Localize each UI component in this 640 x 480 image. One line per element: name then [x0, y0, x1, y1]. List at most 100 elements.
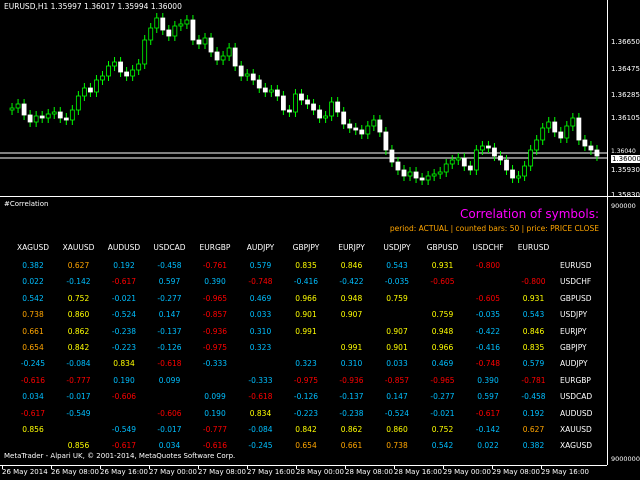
matrix-row-label: USDJPY [560, 310, 588, 320]
candle-body [39, 115, 45, 119]
candle-body [274, 89, 280, 97]
correlation-indicator-panel[interactable]: #Correlation Correlation of symbols: per… [0, 197, 607, 465]
candle-body [136, 63, 142, 71]
matrix-column-header: EURUSD [517, 243, 550, 252]
matrix-cell: -0.458 [157, 261, 182, 270]
matrix-cell: -0.965 [202, 293, 228, 303]
matrix-column-header: USDCAD [153, 243, 186, 252]
matrix-column-header: EURGBP [199, 243, 231, 252]
current-price-label: 1.36000 [611, 155, 640, 163]
matrix-cell: -0.617 [111, 277, 137, 287]
candle-body [166, 29, 172, 37]
matrix-cell: 0.842 [67, 343, 90, 352]
candle-body [504, 159, 509, 171]
price-tick-label: 1.36475 [611, 65, 640, 73]
candle-body [431, 173, 437, 177]
candle-body [45, 113, 51, 119]
matrix-cell: 0.835 [522, 343, 545, 352]
matrix-cell: -0.245 [20, 359, 46, 369]
candle-body [27, 114, 33, 123]
candle-body [570, 117, 576, 127]
correlation-subtitle: period: ACTUAL | counted bars: 50 | pric… [389, 224, 599, 233]
matrix-cell: -0.605 [430, 277, 455, 287]
matrix-cell: 0.033 [249, 310, 272, 320]
candle-body [546, 121, 552, 129]
matrix-cell: -0.035 [475, 310, 501, 320]
matrix-cell: 0.991 [295, 326, 317, 336]
matrix-cell: 0.862 [340, 425, 363, 434]
candlestick-series [0, 13, 607, 185]
matrix-cell: -0.618 [248, 392, 273, 402]
candle-body [395, 161, 401, 171]
candle-body [311, 103, 316, 111]
time-label: 27 May 08:00 [198, 468, 247, 476]
indicator-name: #Correlation [4, 200, 49, 208]
candle-body [88, 87, 93, 93]
matrix-cell: 0.543 [522, 310, 545, 320]
matrix-cell: 0.834 [249, 408, 272, 418]
matrix-cell: 0.752 [431, 425, 454, 434]
candle-body [486, 145, 491, 149]
matrix-cell: 0.907 [386, 326, 408, 336]
time-axis: 26 May 2014 26 May 08:00 26 May 16:00 27 Ma… [0, 465, 607, 480]
price-tick-label: 1.36285 [611, 91, 640, 99]
matrix-cell: -0.277 [157, 293, 182, 303]
indicator-axis: 900000 9000000 [607, 197, 640, 465]
candle-body [443, 163, 449, 173]
price-axis[interactable]: 1.36650 1.36475 1.36285 1.36105 1.36040 … [607, 0, 640, 199]
candle-body [329, 101, 335, 117]
matrix-cell: -0.126 [293, 392, 319, 402]
matrix-row-label: EURJPY [560, 326, 587, 336]
candle-body [419, 177, 425, 181]
time-label: 27 May 16:00 [247, 468, 296, 476]
candle-body [51, 111, 57, 115]
candle-body [407, 171, 413, 177]
matrix-row-label: GBPJPY [560, 343, 587, 352]
candle-body [244, 73, 250, 77]
matrix-cell: 0.835 [295, 261, 317, 270]
price-chart[interactable]: EURUSD,H1 1.35997 1.36017 1.35994 1.3600… [0, 0, 607, 196]
candle-body [190, 19, 196, 41]
matrix-cell: 0.856 [67, 441, 90, 451]
candle-body [100, 75, 105, 81]
candle-body [528, 149, 534, 167]
matrix-cell: 0.310 [340, 359, 363, 369]
candle-body [317, 109, 322, 119]
matrix-cell: -0.524 [384, 408, 410, 418]
matrix-cell: 0.469 [431, 359, 454, 369]
matrix-cell: 0.033 [386, 359, 408, 369]
matrix-cell: 0.034 [158, 441, 181, 451]
indicator-axis-top: 900000 [611, 202, 636, 210]
matrix-cell: -0.618 [157, 359, 182, 369]
matrix-cell: 0.856 [22, 425, 44, 434]
candle-body [268, 89, 274, 93]
matrix-cell: 0.542 [431, 441, 454, 451]
matrix-cell: 0.099 [158, 375, 181, 385]
candle-body [75, 95, 81, 111]
candle-body [232, 47, 238, 67]
matrix-cell: -0.458 [521, 392, 546, 402]
candle-body [588, 145, 594, 151]
matrix-cell: -0.084 [248, 425, 273, 434]
matrix-column-header: USDCHF [472, 243, 504, 252]
candle-body [293, 93, 298, 113]
matrix-cell: 0.469 [249, 293, 272, 303]
matrix-cell: -0.761 [202, 261, 228, 270]
matrix-cell: 0.966 [431, 343, 454, 352]
candle-body [287, 109, 292, 113]
matrix-cell: 0.901 [295, 310, 317, 320]
matrix-cell: -0.223 [111, 343, 137, 352]
matrix-cell: 0.860 [67, 310, 90, 320]
time-label: 29 May 00:00 [443, 468, 492, 476]
candle-body [15, 103, 21, 109]
matrix-cell: 0.846 [340, 261, 363, 270]
candle-body [106, 65, 111, 77]
candle-body [256, 79, 262, 89]
matrix-cell: -0.017 [66, 392, 91, 402]
matrix-cell: -0.857 [384, 375, 410, 385]
matrix-cell: 0.759 [431, 310, 454, 320]
matrix-cell: -0.857 [202, 310, 228, 320]
matrix-cell: -0.616 [20, 375, 46, 385]
candle-body [449, 159, 455, 165]
matrix-cell: -0.975 [293, 375, 319, 385]
